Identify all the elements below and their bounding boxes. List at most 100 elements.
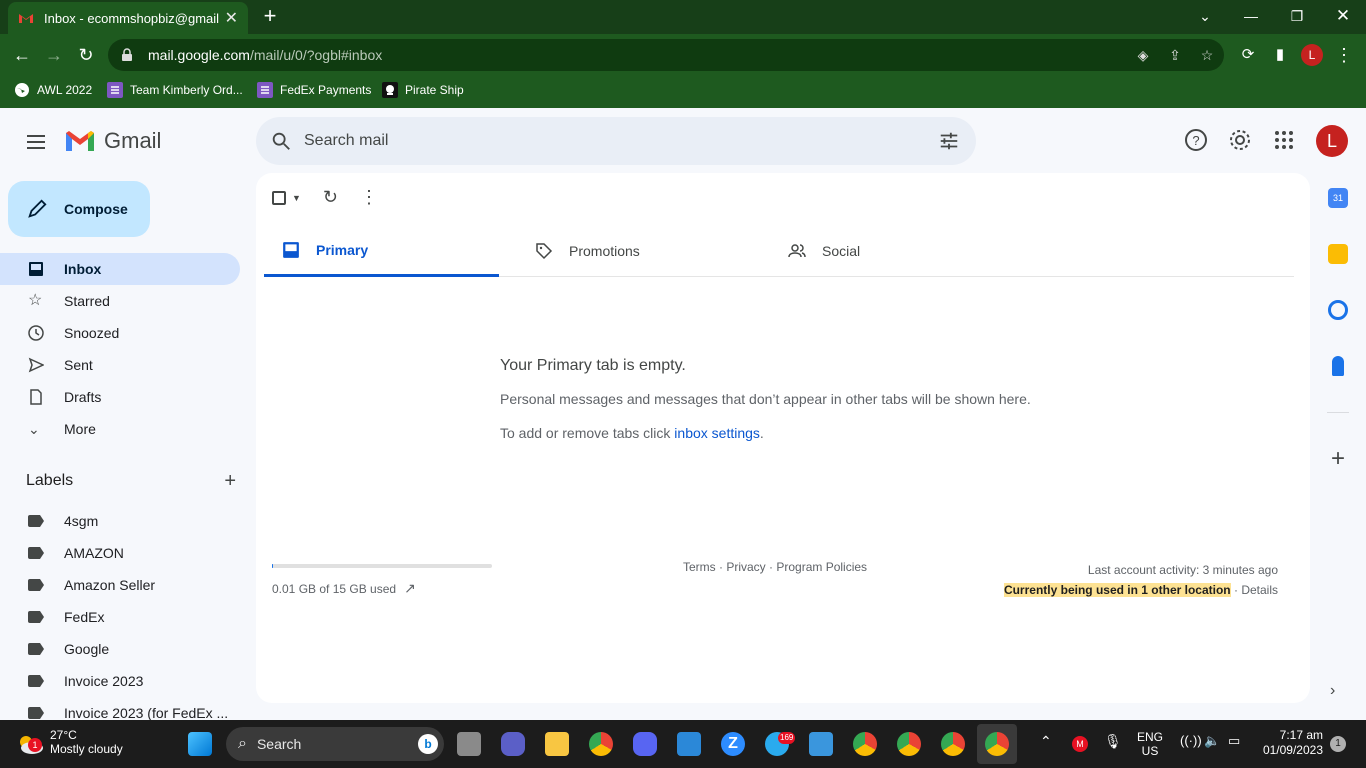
browser-tab[interactable]: Inbox - ecommshopbiz@gmail.com ✕: [8, 2, 248, 34]
empty-hint: To add or remove tabs click inbox settin…: [500, 425, 764, 441]
label-item[interactable]: Google: [0, 633, 256, 665]
address-bar[interactable]: mail.google.com/mail/u/0/?ogbl#inbox ◈ ⇪…: [108, 39, 1224, 71]
bookmark-fedex-payments[interactable]: FedEx Payments: [257, 80, 371, 100]
label-item[interactable]: 4sgm: [0, 505, 256, 537]
discord-icon[interactable]: [633, 732, 657, 756]
wifi-icon[interactable]: ((·)): [1180, 734, 1202, 748]
zoom-icon[interactable]: Z: [721, 732, 745, 756]
mcafee-icon[interactable]: M: [1072, 736, 1088, 752]
label-item[interactable]: Invoice 2023: [0, 665, 256, 697]
forward-button[interactable]: →: [42, 43, 66, 67]
privacy-link[interactable]: Privacy: [726, 560, 765, 574]
details-link[interactable]: Details: [1241, 583, 1278, 597]
nav-item-drafts[interactable]: Drafts: [0, 381, 240, 413]
search-options-icon[interactable]: [938, 130, 960, 152]
microphone-icon[interactable]: 🎙: [1104, 734, 1122, 748]
eye-off-icon[interactable]: ◈: [1134, 46, 1152, 64]
open-storage-icon[interactable]: ↗: [404, 580, 416, 597]
chrome-profile-icon[interactable]: [897, 732, 921, 756]
keep-icon[interactable]: [1328, 244, 1348, 264]
program-policies-link[interactable]: Program Policies: [776, 560, 867, 574]
settings-gear-icon[interactable]: [1228, 128, 1252, 152]
folder-nav: Inbox ☆ Starred Snoozed Sent Drafts ⌄ Mo…: [0, 253, 256, 445]
main-menu-icon[interactable]: [24, 130, 48, 154]
bookmark-pirate-ship[interactable]: Pirate Ship: [382, 80, 464, 100]
tasks-icon[interactable]: [1328, 300, 1348, 320]
add-addon-icon[interactable]: +: [1328, 447, 1348, 471]
close-window-button[interactable]: ✕: [1320, 0, 1366, 32]
apps-grid-icon[interactable]: [1272, 128, 1296, 152]
label-item[interactable]: Amazon Seller: [0, 569, 256, 601]
browser-profile-avatar[interactable]: L: [1301, 44, 1323, 66]
task-view-icon[interactable]: [457, 732, 481, 756]
nav-item-inbox[interactable]: Inbox: [0, 253, 240, 285]
side-panel: 31 +: [1322, 188, 1354, 505]
tab-social[interactable]: Social: [770, 225, 1005, 277]
bookmark-team-kimberly[interactable]: Team Kimberly Ord...: [107, 80, 243, 100]
chrome-profile-icon[interactable]: [853, 732, 877, 756]
search-icon[interactable]: [270, 130, 292, 152]
browser-menu-icon[interactable]: ⋮: [1332, 43, 1356, 67]
file-explorer-icon[interactable]: [545, 732, 569, 756]
extension-icon[interactable]: ⟳: [1236, 43, 1260, 67]
browser-toolbar: ← → ↻ mail.google.com/mail/u/0/?ogbl#inb…: [0, 34, 1366, 76]
back-button[interactable]: ←: [10, 43, 34, 67]
search-input[interactable]: Search mail: [304, 132, 388, 150]
photos-icon[interactable]: [809, 732, 833, 756]
gmail-logo[interactable]: Gmail: [64, 128, 161, 154]
volume-icon[interactable]: 🔈: [1204, 734, 1220, 748]
notepad-icon[interactable]: [677, 732, 701, 756]
minimize-button[interactable]: —: [1228, 0, 1274, 32]
labels-list: 4sgm AMAZON Amazon Seller FedEx Google I…: [0, 505, 256, 729]
close-tab-icon[interactable]: ✕: [225, 8, 238, 28]
label-item[interactable]: AMAZON: [0, 537, 256, 569]
label-item[interactable]: FedEx: [0, 601, 256, 633]
expand-side-panel-icon[interactable]: ›: [1330, 682, 1335, 700]
taskbar-clock[interactable]: 7:17 am 01/09/2023: [1255, 728, 1323, 758]
taskbar-search[interactable]: ⌕ Search b: [226, 727, 444, 761]
reload-button[interactable]: ↻: [74, 43, 98, 67]
other-location-warning: Currently being used in 1 other location: [1003, 583, 1231, 597]
tab-search-chevron-icon[interactable]: ⌄: [1182, 0, 1228, 32]
chrome-icon[interactable]: [589, 732, 613, 756]
nav-item-more[interactable]: ⌄ More: [0, 413, 240, 445]
chrome-profile-icon[interactable]: [941, 732, 965, 756]
battery-icon[interactable]: ▭: [1228, 734, 1240, 748]
bookmark-star-icon[interactable]: ☆: [1198, 46, 1216, 64]
language-indicator[interactable]: ENG US: [1136, 730, 1164, 758]
account-avatar[interactable]: L: [1316, 125, 1348, 157]
tray-overflow-icon[interactable]: ⌃: [1040, 734, 1052, 748]
refresh-icon[interactable]: ↻: [323, 187, 338, 208]
inbox-settings-link[interactable]: inbox settings: [674, 425, 760, 441]
list-icon: [107, 82, 123, 98]
teams-meet-icon[interactable]: [501, 732, 525, 756]
mail-panel: ▼ ↻ ⋮ Primary Promotions Social Your Pri…: [256, 173, 1310, 703]
nav-item-snoozed[interactable]: Snoozed: [0, 317, 240, 349]
chrome-active-icon[interactable]: [985, 732, 1009, 756]
telegram-badge: 169: [778, 732, 796, 744]
side-panel-icon[interactable]: ▮: [1268, 43, 1292, 67]
select-all-checkbox[interactable]: ▼: [272, 190, 301, 205]
tab-primary[interactable]: Primary: [264, 225, 499, 277]
notification-count[interactable]: 1: [1330, 736, 1346, 752]
new-tab-button[interactable]: +: [258, 4, 282, 28]
calendar-icon[interactable]: 31: [1328, 188, 1348, 208]
contacts-icon[interactable]: [1332, 356, 1344, 376]
windows-start-icon[interactable]: [188, 732, 212, 756]
last-activity-text: Last account activity: 3 minutes ago: [1087, 563, 1278, 577]
restore-button[interactable]: ❐: [1274, 0, 1320, 32]
share-icon[interactable]: ⇪: [1166, 46, 1184, 64]
more-options-icon[interactable]: ⋮: [360, 187, 378, 208]
label-tag-icon: [28, 547, 44, 559]
nav-item-starred[interactable]: ☆ Starred: [0, 285, 240, 317]
bookmark-awl[interactable]: AWL 2022: [14, 80, 92, 100]
search-bar[interactable]: Search mail: [256, 117, 976, 165]
nav-item-sent[interactable]: Sent: [0, 349, 240, 381]
tab-promotions[interactable]: Promotions: [517, 225, 752, 277]
compose-button[interactable]: Compose: [8, 181, 150, 237]
select-dropdown-icon[interactable]: ▼: [292, 193, 301, 203]
add-label-icon[interactable]: +: [224, 471, 236, 491]
help-icon[interactable]: ?: [1184, 128, 1208, 152]
terms-link[interactable]: Terms: [683, 560, 716, 574]
send-icon: [28, 357, 44, 373]
